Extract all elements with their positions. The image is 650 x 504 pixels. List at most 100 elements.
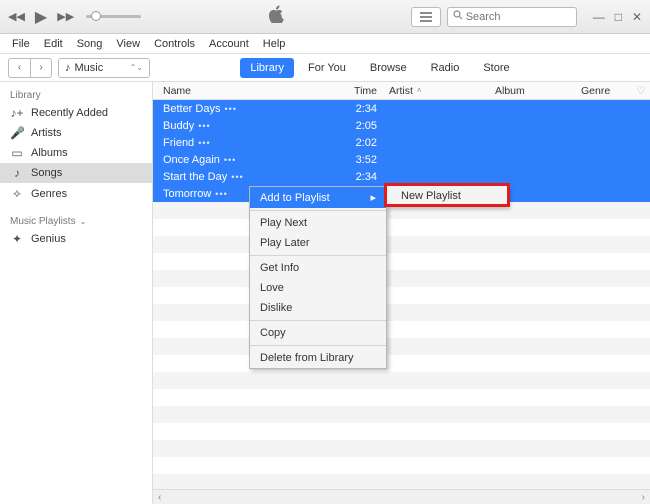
tab-for-you[interactable]: For You: [298, 58, 356, 78]
empty-row: [153, 338, 650, 355]
sidebar-item-label: Albums: [31, 147, 68, 159]
track-name: Start the Day•••: [153, 171, 343, 183]
empty-row: [153, 423, 650, 440]
menu-file[interactable]: File: [6, 36, 36, 52]
ctx-separator: [250, 255, 386, 256]
col-name[interactable]: Name: [153, 85, 343, 97]
sidebar-item-genres[interactable]: ⟡ Genres: [0, 183, 152, 204]
chevron-updown-icon: ⌃⌄: [130, 63, 143, 72]
sidebar-item-genius[interactable]: ✦Genius: [0, 229, 152, 249]
menu-account[interactable]: Account: [203, 36, 255, 52]
next-button[interactable]: ▶▶: [57, 10, 74, 23]
track-time: 2:02: [343, 137, 383, 149]
apple-logo-icon: [141, 5, 411, 28]
sidebar-item-label: Artists: [31, 127, 62, 139]
playback-controls: ◀◀ ▶ ▶▶: [8, 7, 74, 27]
track-name: Friend•••: [153, 137, 343, 149]
empty-row: [153, 372, 650, 389]
empty-row: [153, 219, 650, 236]
track-row[interactable]: Better Days•••2:34: [153, 100, 650, 117]
tab-browse[interactable]: Browse: [360, 58, 417, 78]
ctx-separator: [250, 320, 386, 321]
main-area: Library ♪+Recently Added🎤Artists▭Albums♪…: [0, 82, 650, 504]
play-button[interactable]: ▶: [35, 7, 47, 27]
titlebar: ◀◀ ▶ ▶▶ — □ ✕: [0, 0, 650, 34]
list-view-button[interactable]: [411, 7, 441, 27]
sidebar-header-library: Library: [0, 86, 152, 103]
col-time[interactable]: Time: [343, 85, 383, 97]
sidebar-icon: ⟡: [10, 186, 24, 201]
ctx-play-later[interactable]: Play Later: [250, 233, 386, 253]
search-field[interactable]: [447, 7, 577, 27]
ctx-delete-from-library[interactable]: Delete from Library: [250, 348, 386, 368]
col-album[interactable]: Album: [489, 85, 575, 97]
track-time: 3:52: [343, 154, 383, 166]
tab-store[interactable]: Store: [473, 58, 519, 78]
menubar: FileEditSongViewControlsAccountHelp: [0, 34, 650, 54]
menu-edit[interactable]: Edit: [38, 36, 69, 52]
nav-back-forward: ‹ ›: [8, 58, 52, 78]
track-time: 2:34: [343, 171, 383, 183]
scroll-left-icon[interactable]: ‹: [156, 492, 163, 503]
sidebar-header-playlists[interactable]: Music Playlists⌄: [0, 212, 152, 229]
track-row[interactable]: Buddy•••2:05: [153, 117, 650, 134]
menu-song[interactable]: Song: [71, 36, 109, 52]
ctx-get-info[interactable]: Get Info: [250, 258, 386, 278]
maximize-button[interactable]: □: [615, 10, 622, 24]
empty-row: [153, 304, 650, 321]
track-time: 2:05: [343, 120, 383, 132]
menu-view[interactable]: View: [110, 36, 146, 52]
search-icon: [453, 10, 463, 23]
volume-slider[interactable]: [86, 15, 141, 18]
track-row[interactable]: Once Again•••3:52: [153, 151, 650, 168]
sidebar-item-label: Recently Added: [31, 107, 108, 119]
col-loved[interactable]: ♡: [632, 85, 650, 97]
track-list: Better Days•••2:34Buddy•••2:05Friend•••2…: [153, 100, 650, 504]
tab-radio[interactable]: Radio: [421, 58, 470, 78]
forward-button[interactable]: ›: [30, 58, 52, 78]
toolbar: ‹ › ♪ Music ⌃⌄ LibraryFor YouBrowseRadio…: [0, 54, 650, 82]
track-row[interactable]: Start the Day•••2:34: [153, 168, 650, 185]
ctx-copy[interactable]: Copy: [250, 323, 386, 343]
chevron-right-icon: ▸: [370, 191, 376, 204]
sidebar-item-artists[interactable]: 🎤 Artists: [0, 123, 152, 143]
sidebar-icon: 🎤: [10, 126, 24, 140]
scroll-right-icon[interactable]: ›: [640, 492, 647, 503]
music-icon: ♪: [65, 62, 71, 74]
sidebar-item-label: Genres: [31, 188, 67, 200]
track-row[interactable]: Friend•••2:02: [153, 134, 650, 151]
menu-controls[interactable]: Controls: [148, 36, 201, 52]
chevron-down-icon: ⌄: [80, 217, 87, 226]
search-input[interactable]: [466, 11, 571, 23]
menu-help[interactable]: Help: [257, 36, 292, 52]
column-headers: Name Time Artist ˄ Album Genre ♡: [153, 82, 650, 100]
sidebar-item-label: Genius: [31, 233, 66, 245]
sidebar-item-recently-added[interactable]: ♪+ Recently Added: [0, 103, 152, 123]
sidebar-item-songs[interactable]: ♪Songs: [0, 163, 152, 183]
ctx-play-next[interactable]: Play Next: [250, 213, 386, 233]
tab-library[interactable]: Library: [240, 58, 294, 78]
empty-row: [153, 253, 650, 270]
sidebar-item-albums[interactable]: ▭Albums: [0, 143, 152, 163]
empty-row: [153, 440, 650, 457]
track-name: Buddy•••: [153, 120, 343, 132]
sidebar-icon: ♪+: [10, 106, 24, 120]
source-selector[interactable]: ♪ Music ⌃⌄: [58, 58, 150, 78]
close-button[interactable]: ✕: [632, 10, 642, 24]
submenu-new-playlist[interactable]: New Playlist: [387, 186, 507, 206]
empty-row: [153, 287, 650, 304]
prev-button[interactable]: ◀◀: [8, 10, 25, 23]
track-time: 2:34: [343, 103, 383, 115]
back-button[interactable]: ‹: [8, 58, 30, 78]
ctx-dislike[interactable]: Dislike: [250, 298, 386, 318]
empty-row: [153, 406, 650, 423]
minimize-button[interactable]: —: [593, 10, 605, 24]
col-artist[interactable]: Artist ˄: [383, 85, 489, 97]
empty-row: [153, 389, 650, 406]
ctx-love[interactable]: Love: [250, 278, 386, 298]
horizontal-scrollbar[interactable]: ‹ ›: [153, 489, 650, 504]
col-genre[interactable]: Genre: [575, 85, 632, 97]
context-menu: Add to Playlist▸ Play NextPlay Later Get I…: [249, 186, 387, 369]
ctx-add-to-playlist[interactable]: Add to Playlist▸: [250, 187, 386, 208]
empty-row: [153, 355, 650, 372]
